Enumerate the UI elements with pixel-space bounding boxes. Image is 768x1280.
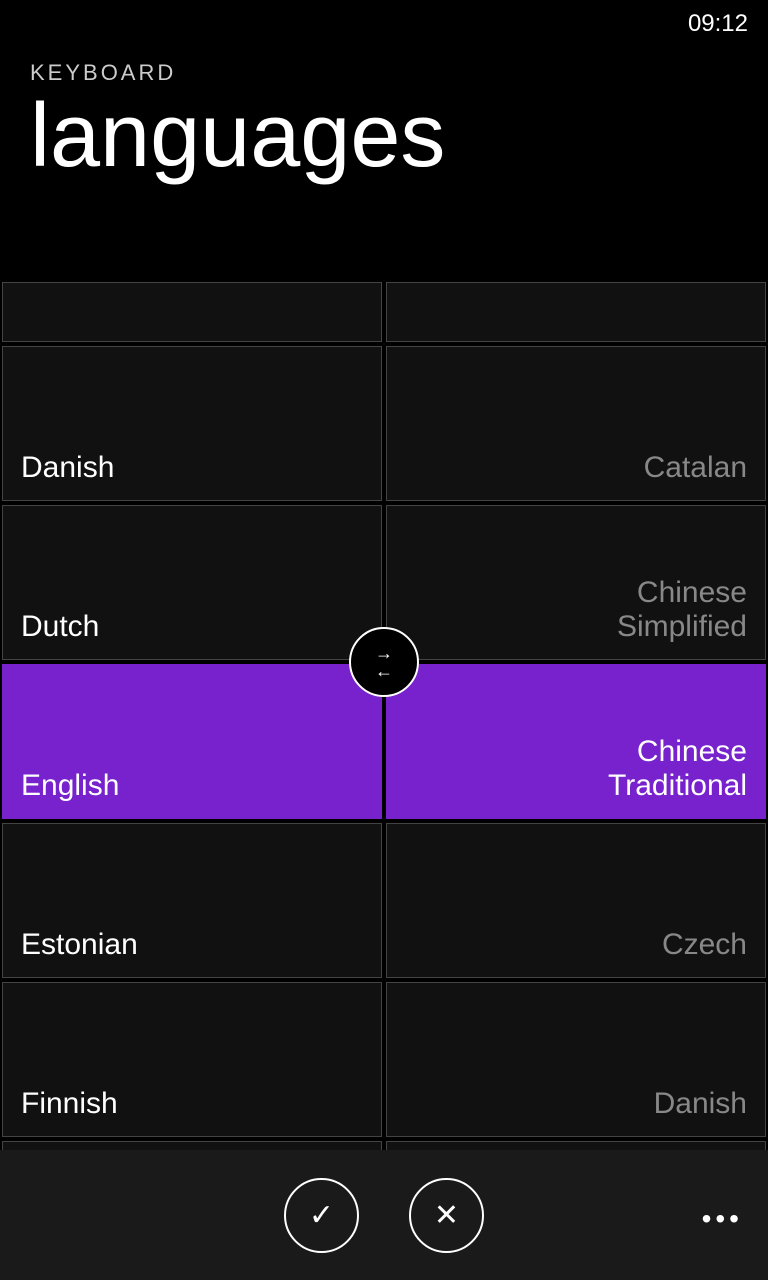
language-item-danish-right[interactable]: Danish bbox=[386, 982, 766, 1137]
language-label: English bbox=[21, 769, 119, 803]
language-item-chinese-traditional[interactable]: ChineseTraditional bbox=[386, 664, 766, 819]
language-list: Danish Catalan Dutch ChineseSimplified E… bbox=[0, 280, 768, 1150]
time-display: 09:12 bbox=[688, 10, 748, 37]
language-label: Estonian bbox=[21, 928, 138, 962]
checkmark-icon: ✓ bbox=[309, 1198, 334, 1233]
language-label: Finnish bbox=[21, 1087, 118, 1121]
scroll-partial-left-top bbox=[2, 282, 382, 342]
header: KEYBOARD languages bbox=[0, 0, 768, 201]
language-label: Danish bbox=[21, 451, 114, 485]
language-item-chinese-simplified[interactable]: ChineseSimplified bbox=[386, 505, 766, 660]
scroll-partial-left-bottom bbox=[2, 1141, 382, 1150]
language-label: ChineseTraditional bbox=[608, 735, 747, 803]
more-button[interactable]: ••• bbox=[702, 1203, 743, 1235]
language-label: Dutch bbox=[21, 610, 99, 644]
language-label: Danish bbox=[654, 1087, 747, 1121]
swap-icon: → ← bbox=[375, 644, 393, 680]
language-grid: Danish Catalan Dutch ChineseSimplified E… bbox=[0, 280, 768, 1150]
language-label: Catalan bbox=[644, 451, 747, 485]
language-label: Czech bbox=[662, 928, 747, 962]
swap-button-wrapper: → ← bbox=[349, 627, 419, 697]
confirm-button[interactable]: ✓ bbox=[284, 1178, 359, 1253]
language-item-english[interactable]: English bbox=[2, 664, 382, 819]
language-item-czech[interactable]: Czech bbox=[386, 823, 766, 978]
language-label: ChineseSimplified bbox=[617, 576, 747, 644]
status-bar: 09:12 bbox=[668, 0, 768, 48]
scroll-partial-right-bottom bbox=[386, 1141, 766, 1150]
language-item-catalan[interactable]: Catalan bbox=[386, 346, 766, 501]
cancel-button[interactable]: ✕ bbox=[409, 1178, 484, 1253]
language-item-estonian[interactable]: Estonian bbox=[2, 823, 382, 978]
swap-button[interactable]: → ← bbox=[349, 627, 419, 697]
close-icon: ✕ bbox=[434, 1198, 459, 1233]
language-item-danish-left[interactable]: Danish bbox=[2, 346, 382, 501]
language-item-dutch[interactable]: Dutch bbox=[2, 505, 382, 660]
section-label: KEYBOARD bbox=[30, 60, 738, 86]
bottom-bar: ✓ ✕ ••• bbox=[0, 1150, 768, 1280]
language-item-finnish[interactable]: Finnish bbox=[2, 982, 382, 1137]
scroll-partial-right-top bbox=[386, 282, 766, 342]
page-title: languages bbox=[30, 91, 738, 181]
